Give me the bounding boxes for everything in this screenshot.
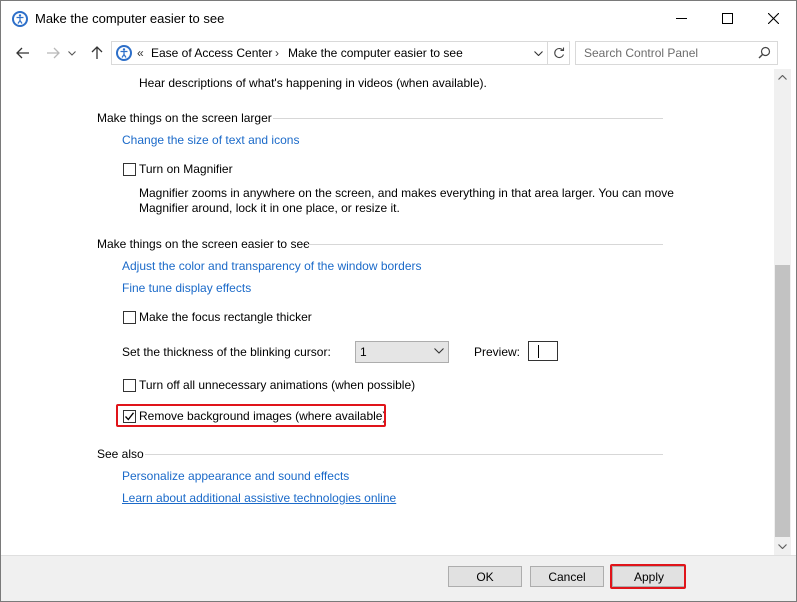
chevron-down-icon — [533, 50, 543, 56]
link-window-borders[interactable]: Adjust the color and transparency of the… — [122, 259, 422, 273]
back-arrow-icon — [16, 47, 29, 59]
chevron-down-icon — [778, 544, 787, 549]
maximize-button[interactable] — [704, 1, 750, 35]
forward-arrow-icon — [47, 47, 60, 59]
back-button[interactable] — [13, 43, 33, 63]
breadcrumb-current[interactable]: Make the computer easier to see — [288, 46, 463, 60]
scroll-up-button[interactable] — [774, 69, 791, 86]
recent-locations-button[interactable] — [65, 43, 79, 63]
section-heading-see-also: See also — [97, 447, 144, 461]
navigation-bar: « Ease of Access Center › Make the compu… — [1, 37, 796, 69]
scroll-down-button[interactable] — [774, 538, 791, 555]
breadcrumb-separator[interactable]: › — [275, 46, 279, 60]
search-icon[interactable] — [758, 46, 771, 59]
minimize-icon — [675, 17, 687, 19]
cursor-thickness-label: Set the thickness of the blinking cursor… — [122, 345, 331, 359]
close-icon — [767, 12, 779, 24]
magnifier-checkbox[interactable] — [123, 163, 136, 176]
link-personalize[interactable]: Personalize appearance and sound effects — [122, 469, 349, 483]
highlight-box — [116, 404, 386, 427]
breadcrumb-ease-of-access[interactable]: Ease of Access Center — [151, 46, 272, 60]
audio-description-text: Hear descriptions of what's happening in… — [139, 76, 487, 90]
ease-of-access-icon — [12, 11, 28, 27]
up-button[interactable] — [87, 43, 107, 63]
section-divider — [145, 454, 663, 455]
magnifier-description-line1: Magnifier zooms in anywhere on the scree… — [139, 186, 674, 200]
refresh-button[interactable] — [548, 41, 570, 65]
link-display-effects[interactable]: Fine tune display effects — [122, 281, 251, 295]
maximize-icon — [721, 12, 733, 24]
preview-label: Preview: — [474, 345, 521, 359]
cursor-thickness-select[interactable]: 1 — [355, 341, 449, 363]
vertical-scrollbar[interactable] — [774, 69, 791, 555]
close-button[interactable] — [750, 1, 796, 35]
address-dropdown-button[interactable] — [529, 42, 547, 64]
magnifier-description-line2: Magnifier around, lock it in one place, … — [139, 201, 400, 215]
address-bar[interactable]: « Ease of Access Center › Make the compu… — [111, 41, 548, 65]
focus-rectangle-label[interactable]: Make the focus rectangle thicker — [139, 310, 312, 324]
cursor-caret — [538, 345, 539, 358]
focus-rectangle-checkbox[interactable] — [123, 311, 136, 324]
search-box[interactable]: Search Control Panel — [575, 41, 778, 65]
animations-checkbox[interactable] — [123, 379, 136, 392]
breadcrumb-overflow[interactable]: « — [137, 46, 144, 60]
control-panel-icon — [116, 45, 132, 61]
search-placeholder[interactable]: Search Control Panel — [584, 46, 698, 60]
cursor-preview — [528, 341, 558, 361]
minimize-button[interactable] — [658, 1, 704, 35]
section-heading-larger: Make things on the screen larger — [97, 111, 272, 125]
cancel-button[interactable]: Cancel — [530, 566, 604, 587]
ok-button[interactable]: OK — [448, 566, 522, 587]
section-heading-easier: Make things on the screen easier to see — [97, 237, 310, 251]
chevron-down-icon — [68, 50, 76, 56]
section-divider — [273, 118, 663, 119]
dialog-footer: OK Cancel Apply — [1, 555, 796, 601]
animations-label[interactable]: Turn off all unnecessary animations (whe… — [139, 378, 415, 392]
section-divider — [307, 244, 663, 245]
magnifier-label[interactable]: Turn on Magnifier — [139, 162, 233, 176]
up-arrow-icon — [91, 46, 103, 59]
title-bar: Make the computer easier to see — [1, 1, 796, 37]
highlight-box — [610, 564, 686, 589]
control-panel-window: Make the computer easier to see « Ease o… — [0, 0, 797, 602]
scrollbar-thumb[interactable] — [775, 265, 790, 537]
refresh-icon — [553, 47, 564, 59]
settings-content: Hear descriptions of what's happening in… — [1, 69, 774, 555]
window-title: Make the computer easier to see — [35, 11, 225, 26]
forward-button[interactable] — [43, 43, 63, 63]
link-text-size[interactable]: Change the size of text and icons — [122, 133, 299, 147]
chevron-up-icon — [778, 75, 787, 80]
link-assistive-technologies[interactable]: Learn about additional assistive technol… — [122, 491, 396, 505]
chevron-down-icon — [434, 348, 444, 354]
cursor-thickness-value: 1 — [360, 345, 367, 359]
